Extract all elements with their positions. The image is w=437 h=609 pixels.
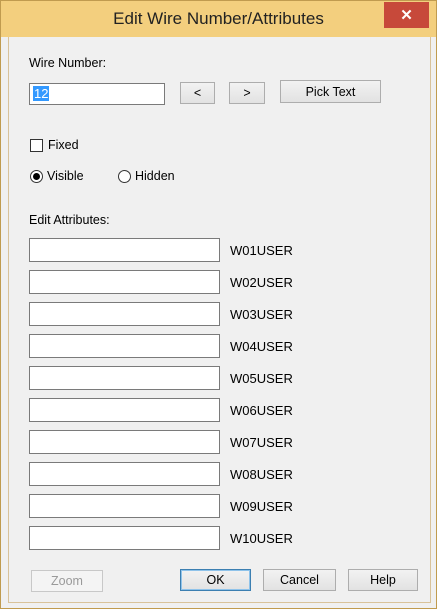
visible-label: Visible — [47, 169, 84, 183]
visible-radio-dot — [33, 173, 40, 180]
cancel-button[interactable]: Cancel — [263, 569, 336, 591]
help-button[interactable]: Help — [348, 569, 418, 591]
attribute-label-w04: W04USER — [230, 339, 293, 354]
edit-wire-dialog: Edit Wire Number/Attributes ✕ Wire Numbe… — [0, 0, 437, 609]
pick-text-button[interactable]: Pick Text — [280, 80, 381, 103]
attribute-input-w03[interactable] — [29, 302, 220, 326]
attribute-input-w07[interactable] — [29, 430, 220, 454]
attribute-input-w05[interactable] — [29, 366, 220, 390]
attribute-input-w06[interactable] — [29, 398, 220, 422]
wire-number-value: 12 — [33, 86, 50, 101]
fixed-checkbox[interactable] — [30, 139, 43, 152]
zoom-button[interactable]: Zoom — [31, 570, 103, 592]
wire-number-input[interactable]: 12 — [29, 83, 165, 105]
attribute-label-w05: W05USER — [230, 371, 293, 386]
attribute-input-w08[interactable] — [29, 462, 220, 486]
dialog-body: Wire Number: 12 < > Pick Text Fixed Visi… — [8, 37, 431, 603]
hidden-label: Hidden — [135, 169, 175, 183]
attribute-label-w08: W08USER — [230, 467, 293, 482]
attribute-input-w01[interactable] — [29, 238, 220, 262]
previous-button[interactable]: < — [180, 82, 215, 104]
ok-button[interactable]: OK — [180, 569, 251, 591]
attribute-input-w09[interactable] — [29, 494, 220, 518]
title-bar[interactable]: Edit Wire Number/Attributes ✕ — [1, 1, 436, 37]
attribute-label-w01: W01USER — [230, 243, 293, 258]
attribute-label-w02: W02USER — [230, 275, 293, 290]
wire-number-label: Wire Number: — [29, 56, 107, 70]
attribute-label-w03: W03USER — [230, 307, 293, 322]
visible-radio[interactable] — [30, 170, 43, 183]
attribute-label-w09: W09USER — [230, 499, 293, 514]
attribute-input-w10[interactable] — [29, 526, 220, 550]
dialog-title: Edit Wire Number/Attributes — [113, 9, 324, 28]
hidden-radio[interactable] — [118, 170, 131, 183]
edit-attributes-label: Edit Attributes: — [29, 213, 110, 227]
attribute-label-w07: W07USER — [230, 435, 293, 450]
close-button[interactable]: ✕ — [384, 2, 429, 28]
next-button[interactable]: > — [229, 82, 265, 104]
attribute-input-w04[interactable] — [29, 334, 220, 358]
attribute-label-w10: W10USER — [230, 531, 293, 546]
close-icon: ✕ — [400, 7, 413, 24]
fixed-label: Fixed — [48, 138, 79, 152]
attribute-input-w02[interactable] — [29, 270, 220, 294]
attribute-label-w06: W06USER — [230, 403, 293, 418]
